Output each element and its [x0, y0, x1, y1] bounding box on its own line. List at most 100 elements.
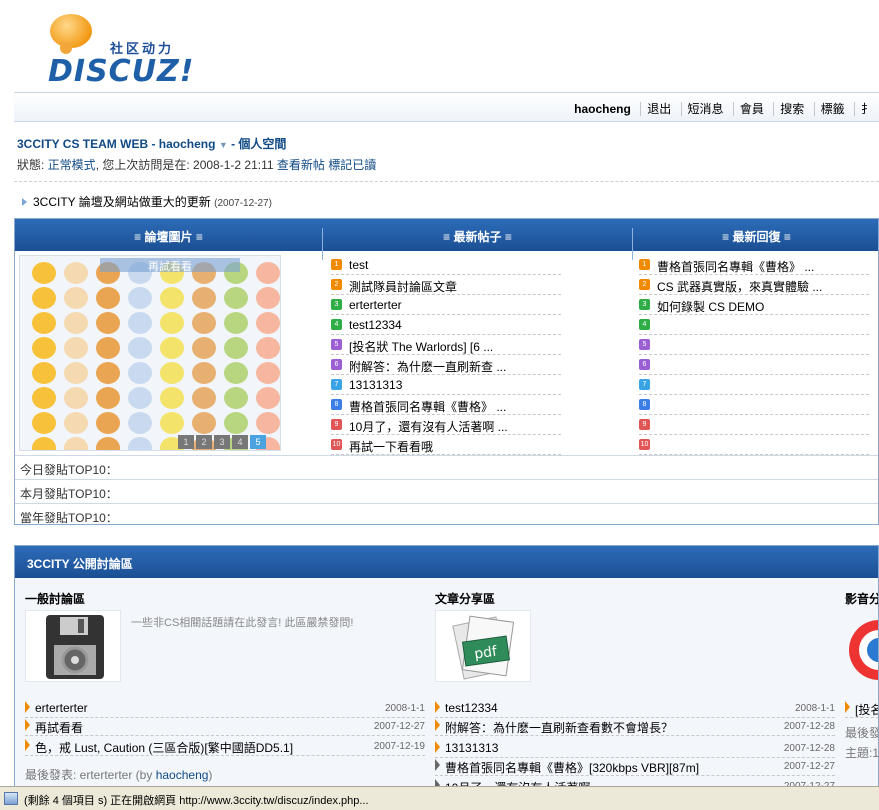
last-post-user[interactable]: haocheng: [156, 768, 209, 782]
post-title[interactable]: CS 武器真實版，來真實體驗 ...: [657, 278, 822, 294]
pager-1[interactable]: 1: [178, 435, 194, 449]
nav-tags[interactable]: 標籤: [813, 102, 851, 116]
list-item[interactable]: 曹格首張同名專輯《曹格》[320kbps VBR][87m] 2007-12-27: [435, 756, 835, 776]
list-item[interactable]: 2 CS 武器真實版，來真實體驗 ...: [639, 275, 869, 295]
post-title[interactable]: test12334: [445, 701, 498, 715]
view-new-posts-link[interactable]: 查看新帖: [277, 158, 325, 172]
last-post-info: 最後發: [845, 726, 879, 740]
post-title[interactable]: 13131313: [445, 741, 498, 755]
discuz-logo[interactable]: 社区动力 DISCUZ!: [48, 12, 198, 89]
list-item[interactable]: 1 test: [331, 255, 561, 275]
stats-header: ≡ 論壇圖片 ≡ ≡ 最新帖子 ≡ ≡ 最新回復 ≡: [15, 219, 878, 260]
list-item[interactable]: 7 13131313: [331, 375, 561, 395]
post-title[interactable]: test: [349, 258, 368, 272]
nav-more[interactable]: 扌: [853, 102, 879, 116]
nav-members[interactable]: 會員: [732, 102, 770, 116]
emoticon-icon: [64, 312, 88, 334]
list-item[interactable]: 6 附解答：為什麽一直刷新查 ...: [331, 355, 561, 375]
list-item[interactable]: 13131313 2007-12-28: [435, 738, 835, 758]
post-title[interactable]: 測試隊員討論區文章: [349, 278, 457, 294]
forum-name[interactable]: 一般討論區: [25, 590, 85, 607]
post-title[interactable]: 附解答：為什麽一直刷新查看數不會增長？: [445, 719, 673, 736]
list-item[interactable]: 6: [639, 355, 869, 375]
chevron-down-icon[interactable]: ▼: [219, 140, 228, 150]
post-title[interactable]: 13131313: [349, 378, 402, 392]
nav-messages[interactable]: 短消息: [680, 102, 730, 116]
public-forum-title[interactable]: 3CCITY 公開討論區: [27, 555, 133, 572]
forum-image-gallery[interactable]: 再試看看 12345: [19, 255, 281, 451]
header-new-replies: ≡ 最新回復 ≡: [722, 230, 791, 244]
pdf-document-icon[interactable]: pdf: [435, 610, 531, 682]
list-item[interactable]: 再試看看 2007-12-27: [25, 716, 425, 736]
post-title[interactable]: test12334: [349, 318, 402, 332]
arrow-right-icon: [845, 701, 850, 713]
list-item[interactable]: 1 曹格首張同名專輯《曹格》 ...: [639, 255, 869, 275]
post-title[interactable]: 附解答：為什麽一直刷新查 ...: [349, 358, 506, 374]
forum-name[interactable]: 文章分享區: [435, 590, 495, 607]
emoticon-icon: [96, 312, 120, 334]
list-item[interactable]: erterterter 2008-1-1: [25, 698, 425, 718]
list-item[interactable]: [投名: [845, 698, 878, 718]
mark-read-link[interactable]: 標記已讀: [328, 158, 376, 172]
list-item[interactable]: 9 10月了，還有沒有人活著啊 ...: [331, 415, 561, 435]
emoticon-icon: [32, 362, 56, 384]
announcement-link[interactable]: 3CCITY 論壇及網站做重大的更新: [33, 195, 211, 209]
pager-5[interactable]: 5: [250, 435, 266, 449]
list-item[interactable]: 10 再試一下看看哦: [331, 435, 561, 455]
emoticon-icon: [160, 337, 184, 359]
emoticon-icon: [224, 337, 248, 359]
list-item[interactable]: 3 如何錄製 CS DEMO: [639, 295, 869, 315]
personal-space-link[interactable]: - 個人空間: [231, 137, 286, 151]
top10-today: 今日發貼TOP10：: [15, 455, 878, 479]
emoticon-icon: [128, 337, 152, 359]
list-item[interactable]: 8 曹格首張同名專輯《曹格》 ...: [331, 395, 561, 415]
post-title[interactable]: 曹格首張同名專輯《曹格》 ...: [349, 398, 506, 414]
arrow-right-icon: [435, 719, 440, 731]
list-item[interactable]: 4 test12334: [331, 315, 561, 335]
arrow-right-icon: [435, 701, 440, 713]
post-title[interactable]: 曹格首張同名專輯《曹格》[320kbps VBR][87m]: [445, 759, 699, 776]
list-item[interactable]: 2 測試隊員討論區文章: [331, 275, 561, 295]
list-item[interactable]: 8: [639, 395, 869, 415]
pager-4[interactable]: 4: [232, 435, 248, 449]
list-item[interactable]: 色，戒 Lust, Caution (三區合版)[繁中國語DD5.1] 2007-…: [25, 736, 425, 756]
rank-badge-icon: 1: [639, 259, 650, 270]
list-item[interactable]: test12334 2008-1-1: [435, 698, 835, 718]
post-title[interactable]: 曹格首張同名專輯《曹格》 ...: [657, 258, 814, 274]
list-item[interactable]: 5 [投名狀 The Warlords] [6 ...: [331, 335, 561, 355]
pager-3[interactable]: 3: [214, 435, 230, 449]
forum-name[interactable]: 影音分: [845, 590, 878, 607]
post-title[interactable]: 再試一下看看哦: [349, 438, 433, 454]
post-title[interactable]: 10月了，還有沒有人活著啊 ...: [349, 418, 508, 434]
mode-link[interactable]: 正常模式: [48, 158, 96, 172]
post-title[interactable]: [投名狀 The Warlords] [6 ...: [349, 338, 493, 354]
list-item[interactable]: 5: [639, 335, 869, 355]
list-item[interactable]: 3 erterterter: [331, 295, 561, 315]
rank-badge-icon: 10: [331, 439, 342, 450]
list-item[interactable]: 7: [639, 375, 869, 395]
site-user-link[interactable]: 3CCITY CS TEAM WEB - haocheng: [17, 137, 215, 151]
post-title[interactable]: 再試看看: [35, 719, 83, 736]
list-item[interactable]: 附解答：為什麽一直刷新查看數不會增長？ 2007-12-28: [435, 716, 835, 736]
list-item[interactable]: 4: [639, 315, 869, 335]
media-disc-icon[interactable]: [845, 610, 878, 682]
emoticon-icon: [64, 387, 88, 409]
post-title[interactable]: erterterter: [35, 701, 88, 715]
post-title[interactable]: 如何錄製 CS DEMO: [657, 298, 764, 314]
gallery-caption[interactable]: 再試看看: [100, 258, 240, 273]
emoticon-icon: [128, 437, 152, 450]
list-item[interactable]: 9: [639, 415, 869, 435]
nav-search[interactable]: 搜索: [773, 102, 811, 116]
top10-month-label: 本月發貼TOP10：: [20, 487, 118, 501]
emoticon-icon: [192, 362, 216, 384]
nav-username[interactable]: haocheng: [568, 102, 637, 116]
svg-text:pdf: pdf: [473, 643, 499, 662]
post-title[interactable]: [投名: [855, 701, 878, 718]
list-item[interactable]: 10: [639, 435, 869, 455]
floppy-disk-icon[interactable]: [25, 610, 121, 682]
nav-logout[interactable]: 退出: [640, 102, 678, 116]
post-title[interactable]: 色，戒 Lust, Caution (三區合版)[繁中國語DD5.1]: [35, 739, 293, 756]
pager-2[interactable]: 2: [196, 435, 212, 449]
post-title[interactable]: erterterter: [349, 298, 402, 312]
header-new-posts: ≡ 最新帖子 ≡: [443, 230, 512, 244]
